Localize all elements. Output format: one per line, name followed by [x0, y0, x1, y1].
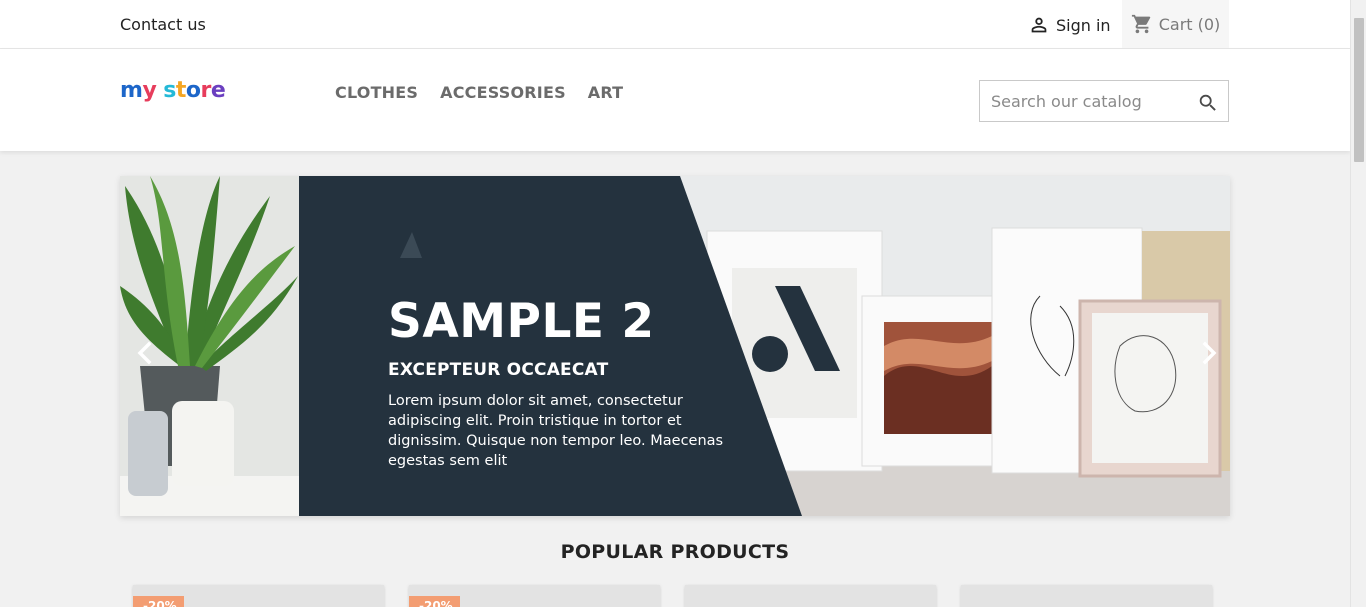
contact-us-link[interactable]: Contact us — [120, 15, 206, 34]
store-logo[interactable]: my store — [120, 78, 226, 103]
cart-label: Cart — [1158, 14, 1193, 34]
discount-badge: -20% — [133, 596, 184, 607]
main-header: my store CLOTHES ACCESSORIES ART — [0, 49, 1350, 151]
slide-subtitle: EXCEPTEUR OCCAECAT — [388, 360, 609, 380]
sign-in-link[interactable]: Sign in — [1028, 14, 1111, 36]
shopping-cart-icon — [1131, 14, 1150, 34]
carousel-next-arrow-icon[interactable] — [1197, 341, 1221, 365]
nav-item-accessories[interactable]: ACCESSORIES — [440, 83, 566, 102]
cart-button[interactable]: Cart (0) — [1122, 0, 1229, 48]
top-bar: Contact us Sign in Cart (0) — [0, 0, 1350, 49]
product-card[interactable]: -20% — [133, 585, 384, 607]
discount-badge: -20% — [409, 596, 460, 607]
cart-count: (0) — [1197, 14, 1221, 34]
nav-item-art[interactable]: ART — [588, 83, 624, 102]
popular-products-heading: POPULAR PRODUCTS — [560, 541, 790, 563]
user-icon — [1031, 17, 1047, 33]
product-card[interactable] — [685, 585, 936, 607]
search-input[interactable] — [980, 81, 1190, 121]
carousel-prev-arrow-icon[interactable] — [133, 341, 157, 365]
product-card[interactable]: -20% — [409, 585, 660, 607]
nav-item-clothes[interactable]: CLOTHES — [335, 83, 418, 102]
scrollbar-thumb[interactable] — [1354, 18, 1364, 162]
search-icon[interactable] — [1197, 92, 1219, 114]
sign-in-label: Sign in — [1056, 15, 1111, 35]
page-scrollbar[interactable] — [1350, 0, 1366, 607]
hero-carousel[interactable]: SAMPLE 2 EXCEPTEUR OCCAECAT Lorem ipsum … — [120, 176, 1230, 516]
search-box — [979, 80, 1229, 122]
category-nav: CLOTHES ACCESSORIES ART — [335, 83, 623, 102]
slide-description: Lorem ipsum dolor sit amet, consectetur … — [388, 393, 724, 469]
slide-caption: SAMPLE 2 EXCEPTEUR OCCAECAT Lorem ipsum … — [388, 298, 728, 471]
slide-title: SAMPLE 2 — [388, 294, 655, 349]
product-card[interactable] — [961, 585, 1212, 607]
